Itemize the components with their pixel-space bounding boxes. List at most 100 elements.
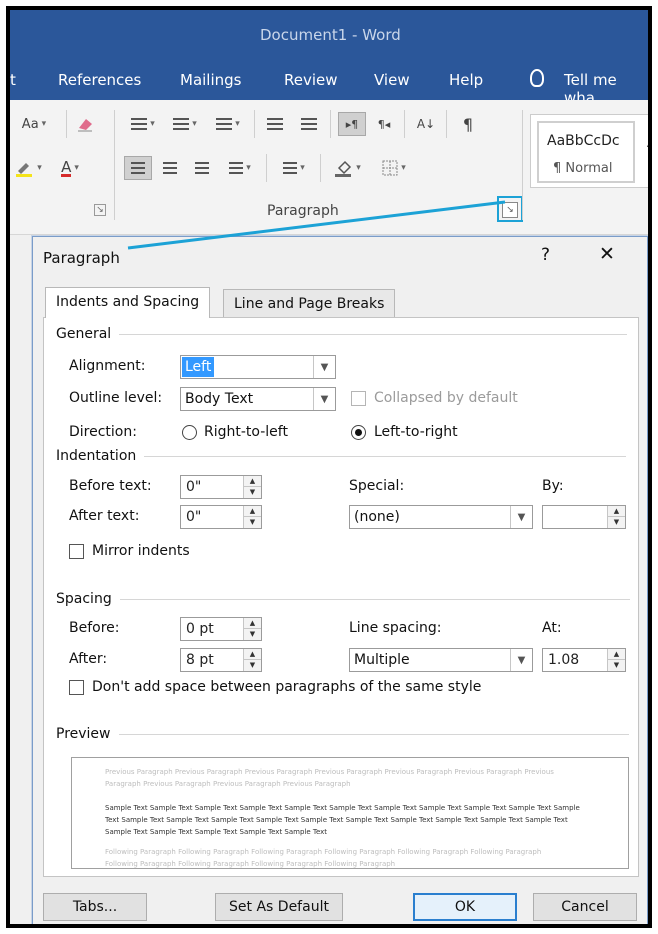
close-icon[interactable]: ✕ bbox=[599, 243, 615, 265]
align-right-button[interactable] bbox=[188, 156, 216, 180]
font-color-button[interactable]: A ▾ bbox=[52, 156, 88, 180]
spin-down-icon[interactable]: ▼ bbox=[608, 660, 625, 671]
ok-button[interactable]: OK bbox=[413, 893, 517, 921]
after-text-label: After text: bbox=[69, 508, 140, 524]
spin-down-icon[interactable]: ▼ bbox=[244, 487, 261, 498]
before-text-label: Before text: bbox=[69, 478, 152, 494]
before-text-spinner[interactable]: 0" ▲ ▼ bbox=[180, 475, 262, 499]
left-to-right-radio[interactable] bbox=[351, 425, 366, 440]
outline-level-label: Outline level: bbox=[69, 390, 163, 406]
ribbon-divider bbox=[320, 154, 321, 182]
collapsed-by-default-checkbox[interactable] bbox=[351, 391, 366, 406]
bullets-icon bbox=[131, 118, 148, 130]
spin-down-icon[interactable]: ▼ bbox=[244, 660, 261, 671]
justify-button[interactable]: ▾ bbox=[220, 156, 260, 180]
tab-review[interactable]: Review bbox=[284, 71, 338, 89]
tabs-button[interactable]: Tabs... bbox=[43, 893, 147, 921]
set-as-default-button[interactable]: Set As Default bbox=[215, 893, 343, 921]
align-center-button[interactable] bbox=[156, 156, 184, 180]
spin-up-icon[interactable]: ▲ bbox=[244, 476, 261, 487]
pilcrow-icon: ¶ bbox=[462, 114, 474, 134]
align-left-button[interactable] bbox=[124, 156, 152, 180]
style-next-sample[interactable]: A bbox=[647, 135, 648, 151]
chevron-down-icon: ▼ bbox=[313, 388, 335, 410]
line-spacing-value: Multiple bbox=[354, 652, 410, 668]
justify-icon bbox=[229, 162, 244, 174]
tab-help[interactable]: Help bbox=[449, 71, 483, 89]
tab-indents-and-spacing[interactable]: Indents and Spacing bbox=[45, 287, 211, 318]
mirror-indents-checkbox[interactable] bbox=[69, 544, 84, 559]
at-spinner[interactable]: 1.08 ▲ ▼ bbox=[542, 648, 626, 672]
spinner-buttons: ▲ ▼ bbox=[243, 476, 261, 498]
spacing-heading-text: Spacing bbox=[56, 591, 112, 607]
spacing-before-spinner[interactable]: 0 pt ▲ ▼ bbox=[180, 617, 262, 641]
word-title-bar: Document1 - Word bbox=[10, 10, 648, 60]
spacing-after-spinner[interactable]: 8 pt ▲ ▼ bbox=[180, 648, 262, 672]
styles-gallery: AaBbCcDc ¶ Normal A ¶ bbox=[530, 114, 652, 188]
spin-down-icon[interactable]: ▼ bbox=[244, 517, 261, 528]
dont-add-space-checkbox[interactable] bbox=[69, 680, 84, 695]
clear-formatting-button[interactable] bbox=[72, 112, 98, 136]
line-spacing-select[interactable]: Multiple ▼ bbox=[349, 648, 533, 672]
decrease-indent-button[interactable] bbox=[260, 112, 290, 136]
show-formatting-marks-button[interactable]: ¶ bbox=[454, 112, 482, 136]
special-select[interactable]: (none) ▼ bbox=[349, 505, 533, 529]
numbering-button[interactable]: ▾ bbox=[166, 112, 204, 136]
lightbulb-icon[interactable] bbox=[530, 69, 544, 87]
spin-up-icon[interactable]: ▲ bbox=[244, 649, 261, 660]
spin-up-icon[interactable]: ▲ bbox=[244, 506, 261, 517]
tab-insert-partial[interactable]: t bbox=[10, 71, 16, 89]
borders-button[interactable]: ▾ bbox=[374, 156, 414, 180]
tab-view[interactable]: View bbox=[374, 71, 410, 89]
direction-label: Direction: bbox=[69, 424, 137, 440]
decrease-indent-icon bbox=[267, 118, 283, 130]
bullets-button[interactable]: ▾ bbox=[124, 112, 162, 136]
numbering-icon bbox=[173, 118, 190, 130]
spin-down-icon[interactable]: ▼ bbox=[244, 629, 261, 640]
line-spacing-button[interactable]: ▾ bbox=[274, 156, 314, 180]
spin-down-icon[interactable]: ▼ bbox=[608, 517, 625, 528]
spin-up-icon[interactable]: ▲ bbox=[244, 618, 261, 629]
spin-up-icon[interactable]: ▲ bbox=[608, 506, 625, 517]
tab-label: Indents and Spacing bbox=[56, 294, 200, 310]
tab-line-and-page-breaks[interactable]: Line and Page Breaks bbox=[223, 289, 396, 318]
multilevel-list-button[interactable]: ▾ bbox=[208, 112, 248, 136]
borders-icon bbox=[382, 160, 398, 176]
chevron-down-icon: ▼ bbox=[313, 356, 335, 378]
align-center-icon bbox=[163, 162, 177, 174]
ribbon-tabs: t References Mailings Review View Help T… bbox=[10, 60, 648, 107]
increase-indent-button[interactable] bbox=[294, 112, 324, 136]
help-button[interactable]: ? bbox=[541, 245, 550, 265]
alignment-select[interactable]: Left ▼ bbox=[180, 355, 336, 379]
spin-up-icon[interactable]: ▲ bbox=[608, 649, 625, 660]
chevron-down-icon: ▼ bbox=[510, 649, 532, 671]
tab-references[interactable]: References bbox=[58, 71, 141, 89]
right-to-left-radio[interactable] bbox=[182, 425, 197, 440]
ltr-text-direction-button[interactable]: ▸¶ bbox=[338, 112, 366, 136]
ribbon-divider bbox=[330, 110, 331, 138]
font-dialog-launcher[interactable]: ↘ bbox=[94, 204, 106, 216]
by-spinner[interactable]: ▲ ▼ bbox=[542, 505, 626, 529]
by-label: By: bbox=[542, 478, 564, 494]
at-label: At: bbox=[542, 620, 562, 636]
tab-mailings[interactable]: Mailings bbox=[180, 71, 241, 89]
highlight-color-button[interactable]: ▾ bbox=[10, 156, 48, 180]
rtl-text-direction-button[interactable]: ¶◂ bbox=[370, 112, 398, 136]
style-name: ¶ Normal bbox=[553, 161, 613, 176]
shading-button[interactable]: ▾ bbox=[328, 156, 368, 180]
style-next-name: ¶ bbox=[649, 163, 652, 178]
rtl-direction-icon: ¶◂ bbox=[377, 117, 391, 131]
outline-level-select[interactable]: Body Text ▼ bbox=[180, 387, 336, 411]
align-right-icon bbox=[195, 162, 209, 174]
after-text-spinner[interactable]: 0" ▲ ▼ bbox=[180, 505, 262, 529]
paragraph-dialog-launcher[interactable]: ↘ bbox=[502, 202, 518, 218]
general-section-heading: General bbox=[56, 326, 628, 342]
paragraph-group-label: Paragraph bbox=[267, 203, 339, 219]
sort-icon: A↓ bbox=[416, 117, 436, 131]
change-case-button[interactable]: Aa ▾ bbox=[12, 112, 56, 136]
cancel-button[interactable]: Cancel bbox=[533, 893, 637, 921]
spacing-before-value: 0 pt bbox=[186, 621, 214, 637]
sort-button[interactable]: A↓ bbox=[412, 112, 440, 136]
style-normal[interactable]: AaBbCcDc ¶ Normal bbox=[537, 121, 635, 183]
ltr-direction-icon: ▸¶ bbox=[345, 117, 359, 131]
